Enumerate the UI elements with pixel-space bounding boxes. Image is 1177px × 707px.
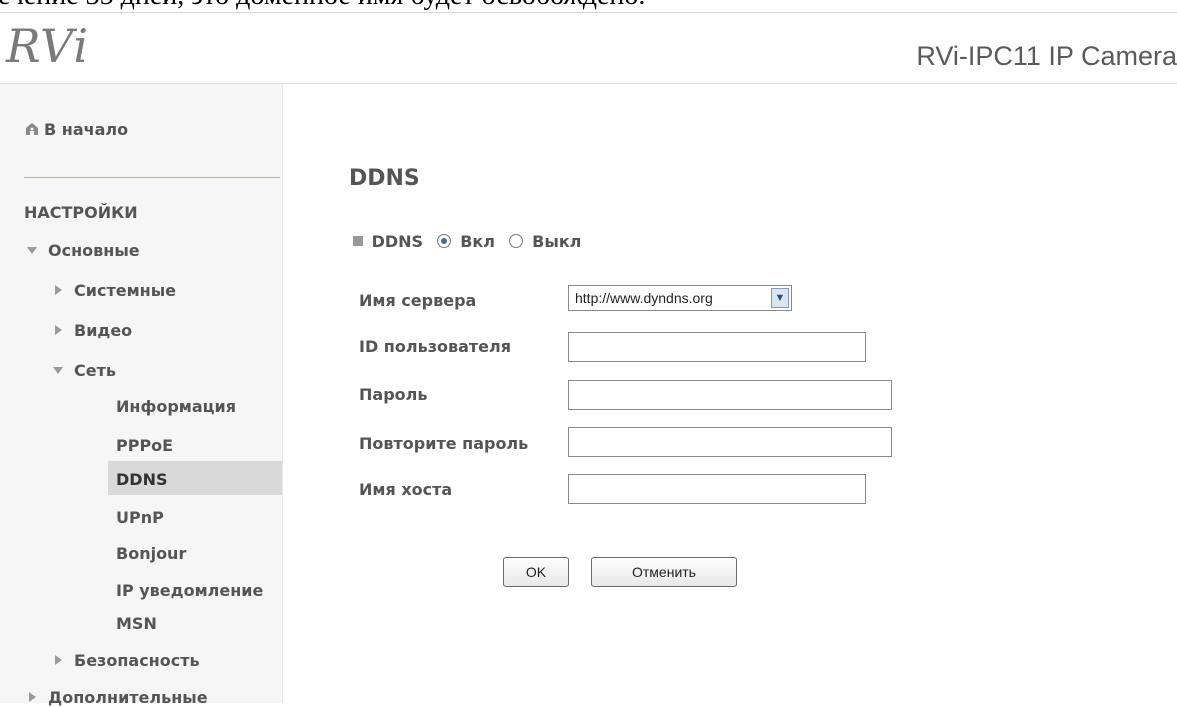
ok-button[interactable]: OK <box>503 557 569 587</box>
sidebar-item-advanced[interactable]: Дополнительные <box>24 688 208 707</box>
host-name-input[interactable] <box>568 474 866 504</box>
sidebar-item-ddns[interactable]: DDNS <box>116 470 167 489</box>
ddns-toggle-row: DDNS Вкл Выкл <box>353 232 581 251</box>
sidebar-item-network-label: Сеть <box>74 361 116 380</box>
user-id-label: ID пользователя <box>359 337 512 356</box>
ddns-on-label[interactable]: Вкл <box>460 232 495 251</box>
server-name-select[interactable]: http://www.dyndns.org ▼ <box>568 285 792 311</box>
document-fragment: ечение 35 дней, это доменное имя будет о… <box>0 0 645 12</box>
sidebar-item-network[interactable]: Сеть <box>50 361 116 380</box>
header: RVi RVi-IPC11 IP Camera <box>0 13 1177 84</box>
user-id-input[interactable] <box>568 332 866 362</box>
sidebar-item-system[interactable]: Системные <box>50 281 176 300</box>
product-title: RVi-IPC11 IP Camera <box>916 41 1177 71</box>
sidebar-item-security[interactable]: Безопасность <box>50 651 200 670</box>
server-name-label: Имя сервера <box>359 291 477 310</box>
sidebar-item-advanced-label: Дополнительные <box>48 688 208 707</box>
sidebar-item-system-label: Системные <box>74 281 177 300</box>
page-title: DDNS <box>349 166 420 191</box>
sidebar-item-basic-label: Основные <box>48 241 140 260</box>
server-name-value: http://www.dyndns.org <box>575 290 713 306</box>
password-input[interactable] <box>568 380 892 410</box>
sidebar-item-ip-notification[interactable]: IP уведомление <box>116 581 263 600</box>
sidebar-item-pppoe[interactable]: PPPoE <box>116 436 173 455</box>
home-link-label: В начало <box>44 120 129 139</box>
sidebar-item-msn[interactable]: MSN <box>116 614 157 633</box>
arrow-right-icon <box>29 692 36 702</box>
arrow-down-icon <box>27 247 37 254</box>
logo: RVi <box>6 19 90 73</box>
sidebar-item-security-label: Безопасность <box>74 651 200 670</box>
repeat-password-input[interactable] <box>568 427 892 457</box>
settings-heading: НАСТРОЙКИ <box>24 203 138 222</box>
host-name-label: Имя хоста <box>359 480 453 499</box>
camera-web-ui: RVi RVi-IPC11 IP Camera В начало НАСТРОЙ… <box>0 12 1177 707</box>
arrow-right-icon <box>55 285 62 295</box>
home-link[interactable]: В начало <box>24 120 128 139</box>
arrow-down-icon <box>53 367 63 374</box>
sidebar-divider <box>24 177 280 178</box>
sidebar-item-basic[interactable]: Основные <box>24 241 140 260</box>
arrow-right-icon <box>55 325 62 335</box>
sidebar-item-bonjour[interactable]: Bonjour <box>116 544 186 563</box>
ddns-toggle-label: DDNS <box>371 232 424 251</box>
home-icon <box>26 123 38 135</box>
bullet-icon <box>353 236 363 246</box>
ddns-settings-panel: DDNS DDNS Вкл Выкл Имя сервера http://ww… <box>283 84 1177 703</box>
repeat-password-label: Повторите пароль <box>359 434 529 453</box>
sidebar-item-video-label: Видео <box>74 321 133 340</box>
radio-checked-icon[interactable] <box>436 234 451 248</box>
chevron-down-icon[interactable]: ▼ <box>771 288 789 308</box>
sidebar-item-video[interactable]: Видео <box>50 321 132 340</box>
radio-unchecked-icon[interactable] <box>508 234 523 248</box>
cancel-button[interactable]: Отменить <box>591 557 737 587</box>
sidebar: В начало НАСТРОЙКИ Основные Системные Ви… <box>0 84 283 707</box>
sidebar-item-upnp[interactable]: UPnP <box>116 508 164 527</box>
password-label: Пароль <box>359 385 428 404</box>
ddns-off-label[interactable]: Выкл <box>532 232 581 251</box>
arrow-right-icon <box>55 655 62 665</box>
sidebar-item-information[interactable]: Информация <box>116 397 236 416</box>
